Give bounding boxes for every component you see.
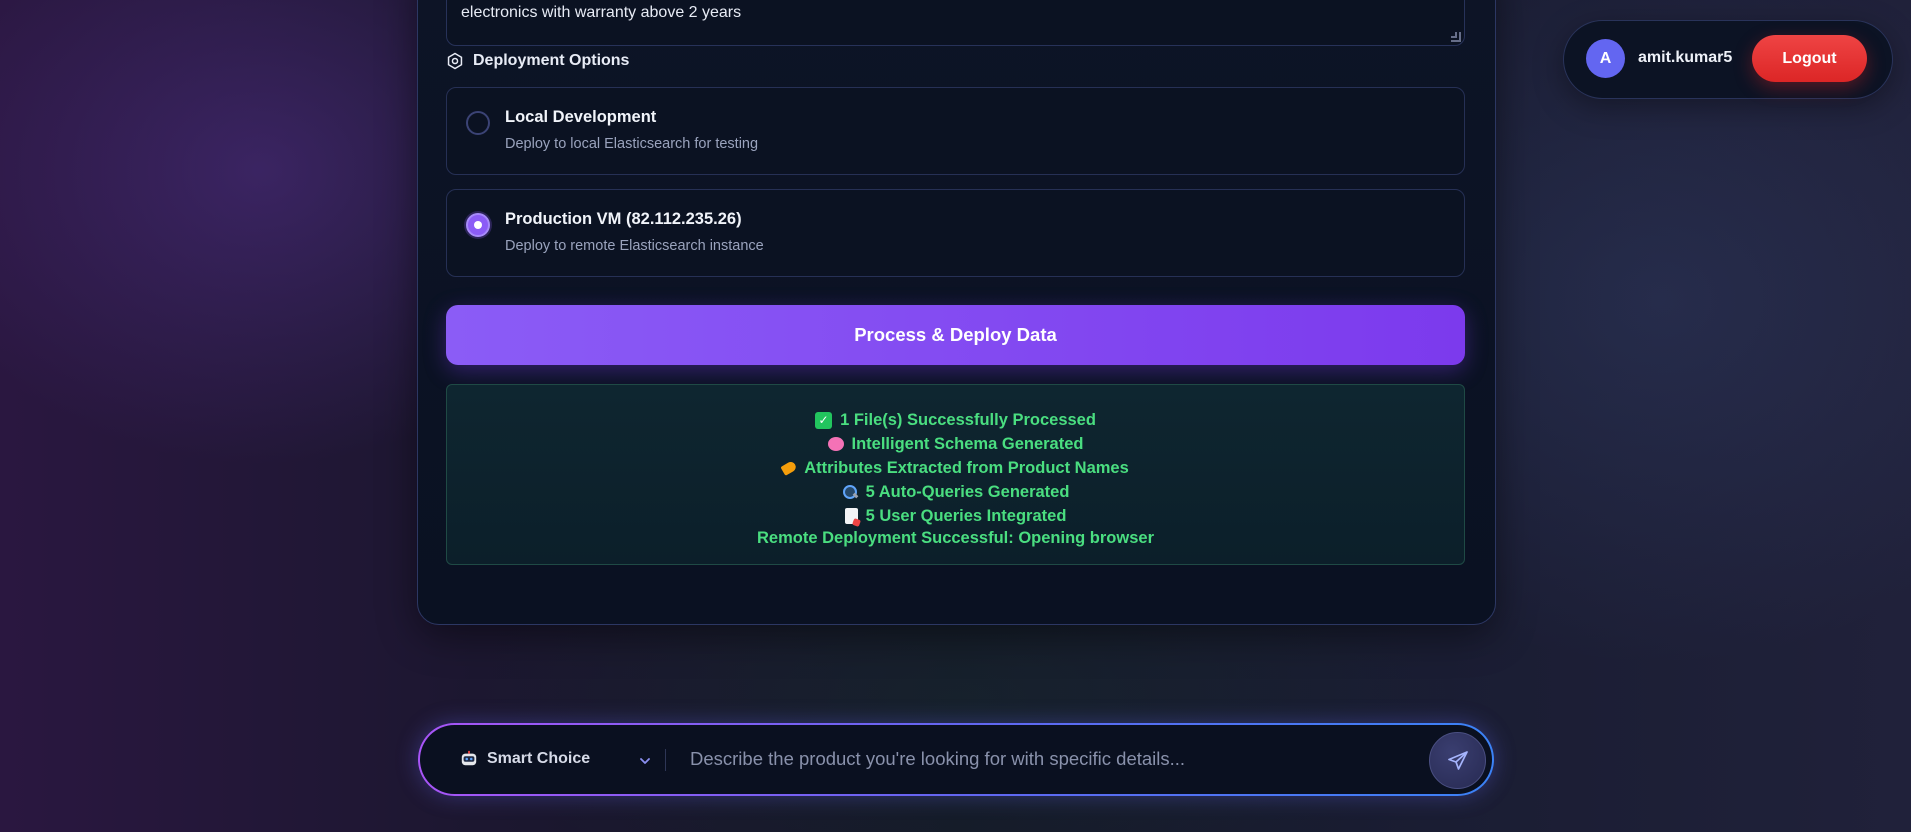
search-input[interactable] <box>690 739 1430 779</box>
robot-icon <box>461 750 477 766</box>
status-line: Attributes Extracted from Product Names <box>447 456 1464 480</box>
username: amit.kumar5 <box>1638 49 1733 66</box>
chevron-down-icon[interactable] <box>638 756 652 766</box>
status-panel: ✓ 1 File(s) Successfully Processed Intel… <box>446 384 1465 565</box>
option-production-vm[interactable]: Production VM (82.112.235.26) Deploy to … <box>446 189 1465 277</box>
status-text: Intelligent Schema Generated <box>851 435 1084 453</box>
option-title: Local Development <box>505 108 657 126</box>
status-text: 5 Auto-Queries Generated <box>865 483 1070 501</box>
model-select-label: Smart Choice <box>487 750 591 767</box>
document-icon <box>844 508 858 524</box>
deployment-options-heading: Deployment Options <box>446 50 629 72</box>
chat-bar: Smart Choice <box>418 723 1494 796</box>
status-text: 5 User Queries Integrated <box>865 507 1067 525</box>
status-text: Attributes Extracted from Product Names <box>804 459 1129 477</box>
process-deploy-button[interactable]: Process & Deploy Data <box>446 305 1465 365</box>
option-description: Deploy to remote Elasticsearch instance <box>505 238 764 254</box>
status-line: Remote Deployment Successful: Opening br… <box>447 528 1464 548</box>
resize-handle-icon[interactable] <box>1451 32 1461 42</box>
settings-hexagon-icon <box>447 52 463 70</box>
divider <box>665 749 666 771</box>
avatar[interactable]: A <box>1586 39 1625 78</box>
magnifier-icon <box>842 484 858 500</box>
production-vm-radio[interactable] <box>466 213 490 237</box>
status-text: Remote Deployment Successful: Opening br… <box>757 529 1154 547</box>
brain-icon <box>827 437 844 451</box>
check-icon: ✓ <box>815 411 833 429</box>
query-textarea[interactable]: electronics with warranty above 2 years <box>446 0 1465 46</box>
status-line: Intelligent Schema Generated <box>447 432 1464 456</box>
local-development-radio[interactable] <box>466 111 490 135</box>
model-select[interactable]: Smart Choice <box>460 739 660 779</box>
status-text: 1 File(s) Successfully Processed <box>840 411 1096 429</box>
tag-icon <box>780 460 798 476</box>
deployment-options-title: Deployment Options <box>473 52 630 69</box>
status-line: 5 User Queries Integrated <box>447 504 1464 528</box>
status-line: 5 Auto-Queries Generated <box>447 480 1464 504</box>
query-textarea-value: electronics with warranty above 2 years <box>461 4 742 21</box>
status-line: ✓ 1 File(s) Successfully Processed <box>447 408 1464 432</box>
option-description: Deploy to local Elasticsearch for testin… <box>505 136 759 152</box>
avatar-initial: A <box>1599 49 1612 67</box>
option-title: Production VM (82.112.235.26) <box>505 210 742 228</box>
send-icon <box>1447 750 1468 770</box>
chat-bar-inner: Smart Choice <box>420 725 1492 794</box>
send-button[interactable] <box>1429 732 1486 789</box>
option-local-development[interactable]: Local Development Deploy to local Elasti… <box>446 87 1465 175</box>
logout-button[interactable]: Logout <box>1752 35 1867 82</box>
